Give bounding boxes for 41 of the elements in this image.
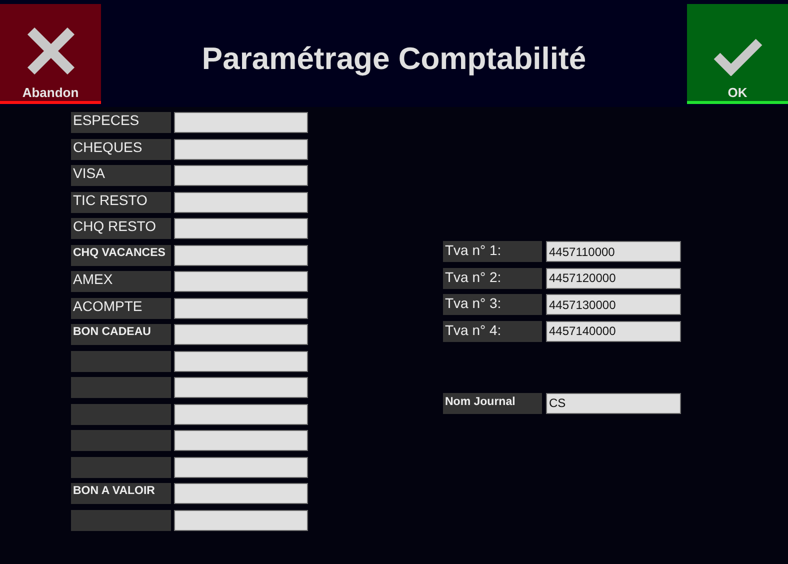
field-label: ACOMPTE <box>71 298 171 318</box>
input-field[interactable] <box>174 483 308 504</box>
input-field[interactable] <box>174 456 308 478</box>
field-label: VISA <box>71 165 171 186</box>
field-label: TIC RESTO <box>71 192 171 212</box>
input-field[interactable] <box>174 165 308 186</box>
input-field[interactable]: 4457140000 <box>546 320 681 342</box>
input-field[interactable] <box>174 377 308 398</box>
input-field[interactable] <box>174 271 308 292</box>
field-label: AMEX <box>71 271 171 292</box>
field-label: CHEQUES <box>71 138 171 160</box>
input-field[interactable] <box>174 324 308 345</box>
input-field[interactable]: 4457130000 <box>546 294 681 315</box>
input-field[interactable] <box>174 244 308 266</box>
input-field[interactable] <box>174 298 308 318</box>
field-label: Tva n° 2: <box>443 268 542 288</box>
input-field[interactable]: CS <box>546 392 681 414</box>
close-icon <box>26 26 76 76</box>
field-label: CHQ VACANCES <box>71 244 171 266</box>
input-field[interactable] <box>174 404 308 424</box>
input-field[interactable]: 4457110000 <box>546 241 681 262</box>
field-label: Nom Journal <box>443 392 542 414</box>
checkmark-icon <box>712 36 762 76</box>
field-label: ESPECES <box>71 112 171 133</box>
page-title: Paramétrage Comptabilité <box>200 40 588 78</box>
field-label: CHQ RESTO <box>71 218 171 239</box>
input-field[interactable]: 4457120000 <box>546 268 681 288</box>
cancel-button[interactable]: Abandon <box>0 4 101 104</box>
field-label: BON CADEAU <box>71 324 171 345</box>
field-label: Tva n° 1: <box>443 241 542 262</box>
field-label: BON A VALOIR <box>71 483 171 504</box>
input-field[interactable] <box>174 138 308 160</box>
field-label: Tva n° 3: <box>443 294 542 315</box>
input-field[interactable] <box>174 192 308 212</box>
field-label: Tva n° 4: <box>443 320 542 342</box>
ok-button[interactable]: OK <box>687 4 788 104</box>
input-field[interactable] <box>174 510 308 530</box>
input-field[interactable] <box>174 218 308 239</box>
input-field[interactable] <box>174 350 308 372</box>
input-field[interactable] <box>174 430 308 451</box>
input-field[interactable] <box>174 112 308 133</box>
